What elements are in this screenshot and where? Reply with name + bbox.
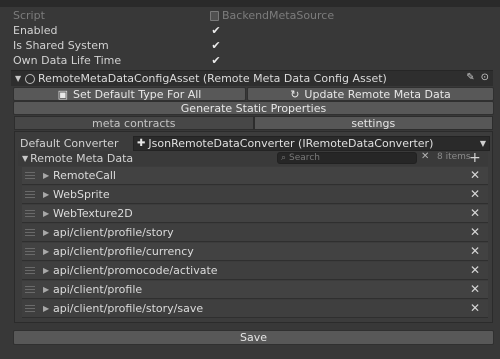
- expand-arrow-icon[interactable]: ▶: [43, 247, 53, 256]
- close-icon[interactable]: ✕: [470, 281, 480, 298]
- script-row: Script BackendMetaSource: [13, 8, 493, 23]
- list-item-label: WebSprite: [53, 188, 110, 201]
- foldout-arrow-icon[interactable]: ▼: [15, 74, 25, 83]
- lifetime-row: Own Data Life Time ✔: [13, 53, 493, 68]
- list-item-label: api/client/profile: [53, 283, 143, 296]
- close-icon[interactable]: ✕: [470, 300, 480, 317]
- generate-static-button[interactable]: Generate Static Properties: [13, 101, 494, 115]
- search-placeholder: Search: [289, 153, 320, 163]
- default-converter-row: Default Converter ✚ JsonRemoteDataConver…: [20, 136, 490, 151]
- clear-search-icon[interactable]: ✕: [421, 151, 429, 162]
- list-item[interactable]: ▶ WebTexture2D ✕: [22, 205, 488, 223]
- lifetime-checkbox[interactable]: ✔: [210, 54, 222, 67]
- list-item[interactable]: ▶ api/client/profile/story/save ✕: [22, 300, 488, 318]
- expand-arrow-icon[interactable]: ▶: [43, 304, 53, 313]
- list-title: Remote Meta Data: [30, 152, 134, 165]
- list-item-label: RemoteCall: [53, 169, 116, 182]
- top-strip: [0, 0, 500, 7]
- gear-icon[interactable]: ⊙: [481, 72, 489, 83]
- close-icon[interactable]: ✕: [470, 167, 480, 184]
- image-icon: ▣: [57, 87, 69, 101]
- save-button[interactable]: Save: [13, 330, 494, 345]
- tab-bar: meta contracts settings: [14, 116, 493, 130]
- list-item-label: api/client/profile/story/save: [53, 302, 204, 315]
- update-remote-label: Update Remote Meta Data: [304, 87, 451, 101]
- item-count: 8 items: [437, 152, 471, 162]
- drag-handle-icon[interactable]: [25, 172, 39, 179]
- expand-arrow-icon[interactable]: ▶: [43, 190, 53, 199]
- lifetime-label: Own Data Life Time: [13, 54, 122, 67]
- shared-checkbox[interactable]: ✔: [210, 39, 222, 52]
- chevron-down-icon: ▼: [479, 139, 486, 148]
- drag-handle-icon[interactable]: [25, 210, 39, 217]
- close-icon[interactable]: ✕: [470, 224, 480, 241]
- list-item[interactable]: ▶ api/client/promocode/activate ✕: [22, 262, 488, 280]
- plus-icon[interactable]: +: [469, 150, 481, 166]
- enabled-row: Enabled ✔: [13, 23, 493, 38]
- search-input[interactable]: ⌕ Search: [277, 152, 417, 164]
- set-default-type-label: Set Default Type For All: [73, 87, 202, 101]
- list-item[interactable]: ▶ api/client/profile ✕: [22, 281, 488, 299]
- shared-label: Is Shared System: [13, 39, 109, 52]
- default-converter-value: JsonRemoteDataConverter (IRemoteDataConv…: [148, 137, 434, 150]
- drag-handle-icon[interactable]: [25, 267, 39, 274]
- tab-settings[interactable]: settings: [253, 116, 493, 130]
- puzzle-icon: ✚: [137, 138, 146, 149]
- drag-handle-icon[interactable]: [25, 286, 39, 293]
- list-item[interactable]: ▶ api/client/profile/story ✕: [22, 224, 488, 242]
- script-file-icon: [210, 10, 219, 21]
- asset-header-tools: ✎ ⊙: [466, 72, 489, 83]
- drag-handle-icon[interactable]: [25, 248, 39, 255]
- tab-meta-contracts[interactable]: meta contracts: [14, 116, 254, 130]
- expand-arrow-icon[interactable]: ▶: [43, 209, 53, 218]
- expand-arrow-icon[interactable]: ▶: [43, 266, 53, 275]
- foldout-arrow-icon[interactable]: ▼: [22, 154, 28, 163]
- close-icon[interactable]: ✕: [470, 262, 480, 279]
- enabled-label: Enabled: [13, 24, 58, 37]
- list-item-label: WebTexture2D: [53, 207, 133, 220]
- drag-handle-icon[interactable]: [25, 191, 39, 198]
- generate-static-label: Generate Static Properties: [180, 101, 327, 115]
- list-item-label: api/client/profile/story: [53, 226, 174, 239]
- asset-title: RemoteMetaDataConfigAsset (Remote Meta D…: [38, 72, 387, 85]
- remote-meta-list-header[interactable]: ▼ Remote Meta Data ⌕ Search ✕ 8 items +: [18, 150, 488, 166]
- pencil-icon[interactable]: ✎: [466, 72, 474, 83]
- drag-handle-icon[interactable]: [25, 305, 39, 312]
- list-item-label: api/client/promocode/activate: [53, 264, 218, 277]
- close-icon[interactable]: ✕: [470, 243, 480, 260]
- expand-arrow-icon[interactable]: ▶: [43, 171, 53, 180]
- close-icon[interactable]: ✕: [470, 205, 480, 222]
- default-converter-dropdown[interactable]: ✚ JsonRemoteDataConverter (IRemoteDataCo…: [133, 136, 490, 151]
- enabled-checkbox[interactable]: ✔: [210, 24, 222, 37]
- shared-row: Is Shared System ✔: [13, 38, 493, 53]
- expand-arrow-icon[interactable]: ▶: [43, 285, 53, 294]
- script-object-field[interactable]: BackendMetaSource: [210, 9, 334, 22]
- list-item[interactable]: ▶ api/client/profile/currency ✕: [22, 243, 488, 261]
- list-item[interactable]: ▶ RemoteCall ✕: [22, 167, 488, 185]
- drag-handle-icon[interactable]: [25, 229, 39, 236]
- script-value: BackendMetaSource: [222, 9, 335, 22]
- list-item-label: api/client/profile/currency: [53, 245, 194, 258]
- asset-foldout-header[interactable]: ▼ RemoteMetaDataConfigAsset (Remote Meta…: [11, 70, 493, 86]
- search-icon: ⌕: [281, 153, 287, 163]
- close-icon[interactable]: ✕: [470, 186, 480, 203]
- default-converter-label: Default Converter: [20, 137, 119, 150]
- script-icon: [25, 73, 35, 84]
- script-label: Script: [13, 9, 45, 22]
- expand-arrow-icon[interactable]: ▶: [43, 228, 53, 237]
- set-default-type-button[interactable]: ▣ Set Default Type For All: [13, 87, 246, 101]
- list-item[interactable]: ▶ WebSprite ✕: [22, 186, 488, 204]
- update-remote-button[interactable]: ↻ Update Remote Meta Data: [247, 87, 494, 101]
- refresh-icon: ↻: [290, 87, 300, 101]
